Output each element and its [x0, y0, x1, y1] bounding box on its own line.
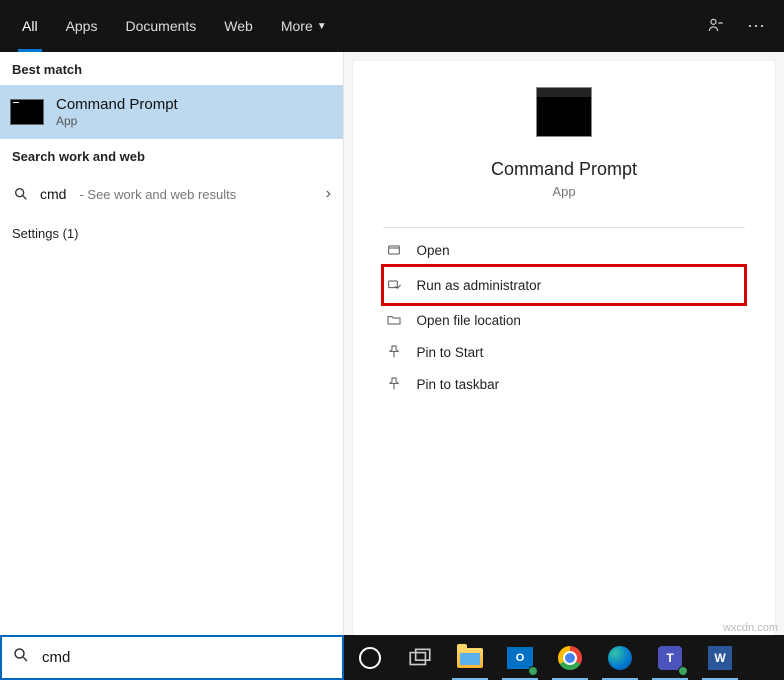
search-input[interactable] [40, 648, 332, 667]
task-view-button[interactable] [396, 635, 444, 680]
edge-button[interactable] [596, 635, 644, 680]
best-match-text: Command Prompt App [56, 96, 178, 128]
tab-label: More [281, 18, 313, 34]
search-icon [12, 186, 30, 202]
action-pin-taskbar[interactable]: Pin to taskbar [383, 368, 746, 400]
best-match-item[interactable]: Command Prompt App [0, 85, 343, 139]
tab-web[interactable]: Web [210, 0, 267, 52]
tab-apps[interactable]: Apps [52, 0, 112, 52]
web-hint: - See work and web results [79, 187, 236, 202]
cortana-icon [359, 647, 381, 669]
search-tabs: All Apps Documents Web More ▼ ⋯ [0, 0, 784, 52]
windows-search-panel: All Apps Documents Web More ▼ ⋯ Best matc… [0, 0, 784, 680]
word-icon: W [708, 646, 732, 670]
action-label: Run as administrator [417, 278, 542, 293]
preview-title: Command Prompt [491, 159, 637, 180]
action-label: Open [417, 243, 450, 258]
search-body: Best match Command Prompt App Search wor… [0, 52, 784, 680]
cortana-button[interactable] [346, 635, 394, 680]
tab-label: Apps [66, 18, 98, 34]
divider [383, 227, 746, 228]
action-open[interactable]: Open [383, 234, 746, 266]
folder-icon [457, 648, 483, 668]
word-button[interactable]: W [696, 635, 744, 680]
search-web-heading: Search work and web [0, 139, 343, 172]
tab-documents[interactable]: Documents [111, 0, 210, 52]
tab-more[interactable]: More ▼ [267, 0, 341, 52]
status-badge [528, 666, 538, 676]
status-badge [678, 666, 688, 676]
taskbar: O T W [344, 635, 784, 680]
best-match-subtitle: App [56, 114, 178, 128]
file-explorer-button[interactable] [446, 635, 494, 680]
best-match-title: Command Prompt [56, 96, 178, 114]
cmd-large-icon [536, 87, 592, 137]
web-search-result[interactable]: cmd - See work and web results › [0, 172, 343, 216]
pin-icon [385, 344, 403, 360]
teams-button[interactable]: T [646, 635, 694, 680]
folder-icon [385, 312, 403, 328]
edge-icon [608, 646, 632, 670]
search-icon [12, 646, 30, 669]
web-query: cmd [40, 186, 66, 202]
action-label: Open file location [417, 313, 521, 328]
tab-label: All [22, 18, 38, 34]
action-label: Pin to Start [417, 345, 484, 360]
cmd-icon [10, 99, 44, 125]
action-label: Pin to taskbar [417, 377, 500, 392]
admin-icon [385, 277, 403, 293]
action-run-as-admin[interactable]: Run as administrator [383, 266, 746, 304]
chevron-down-icon: ▼ [317, 21, 327, 32]
settings-group[interactable]: Settings (1) [0, 216, 343, 251]
open-icon [385, 242, 403, 258]
tab-all[interactable]: All [8, 0, 52, 52]
preview-column: Command Prompt App Open Run as administr… [344, 52, 784, 680]
best-match-heading: Best match [0, 52, 343, 85]
action-pin-start[interactable]: Pin to Start [383, 336, 746, 368]
outlook-icon: O [507, 647, 533, 669]
feedback-icon[interactable] [696, 6, 736, 46]
chevron-right-icon: › [326, 185, 331, 203]
settings-label: Settings (1) [12, 226, 78, 241]
results-column: Best match Command Prompt App Search wor… [0, 52, 344, 680]
teams-icon: T [658, 646, 682, 670]
tab-label: Web [224, 18, 253, 34]
search-input-bar[interactable] [0, 635, 344, 680]
watermark: wxcdn.com [723, 622, 778, 634]
action-open-file-location[interactable]: Open file location [383, 304, 746, 336]
task-view-icon [407, 645, 433, 671]
preview-card: Command Prompt App Open Run as administr… [352, 60, 776, 672]
chrome-icon [558, 646, 582, 670]
outlook-button[interactable]: O [496, 635, 544, 680]
action-list: Open Run as administrator Open file loca… [383, 234, 746, 400]
more-options-icon[interactable]: ⋯ [736, 6, 776, 46]
preview-subtitle: App [552, 184, 575, 199]
pin-icon [385, 376, 403, 392]
tab-label: Documents [125, 18, 196, 34]
chrome-button[interactable] [546, 635, 594, 680]
